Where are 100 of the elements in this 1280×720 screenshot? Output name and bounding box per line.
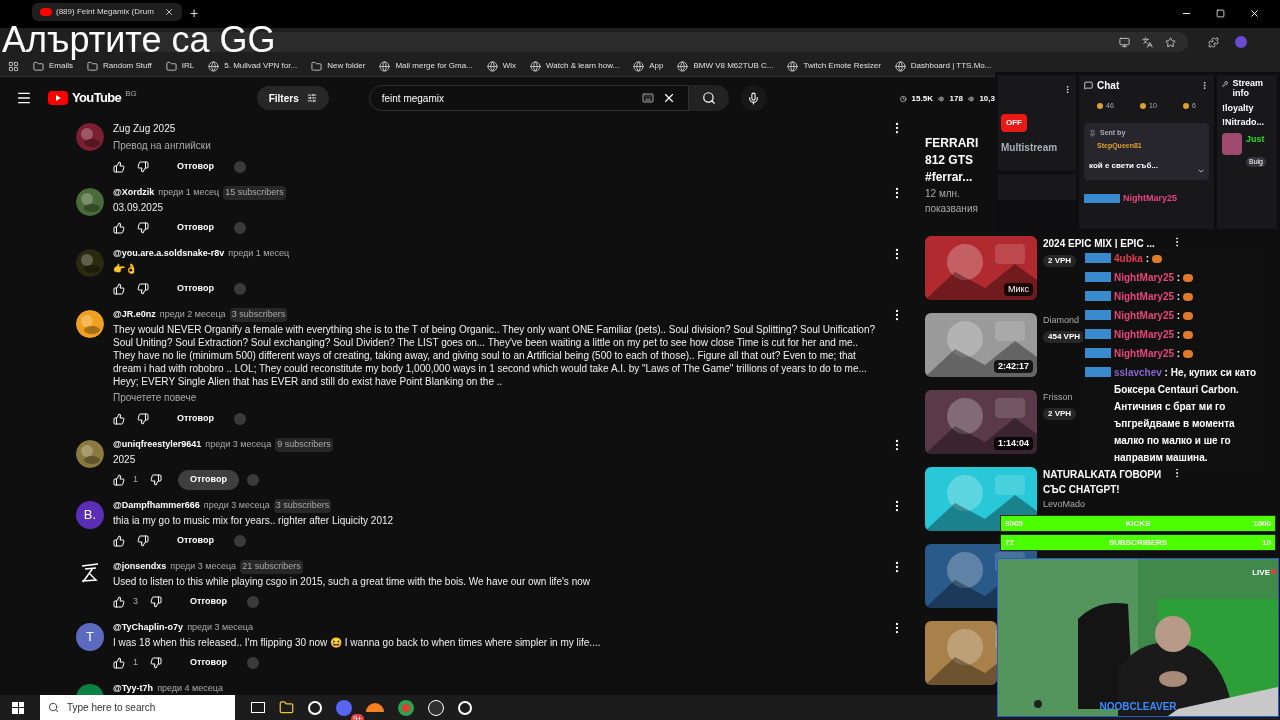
translate-link[interactable]: Превод на английски: [113, 138, 880, 153]
cat-emote-icon: [1183, 293, 1194, 301]
folder-icon: [33, 60, 44, 72]
comment-author[interactable]: @Tyy-t7h: [113, 682, 154, 695]
filters-button[interactable]: Filters: [256, 86, 329, 110]
bookmark-link[interactable]: 5. Mullvad VPN for...: [224, 60, 298, 72]
like-icon[interactable]: [113, 222, 125, 234]
bookmark-star-icon[interactable]: [1165, 36, 1176, 48]
comment-author[interactable]: @you.are.a.soldsnake-r8v: [113, 247, 225, 261]
video-title[interactable]: FERRARI 812 GTS #ferrar...: [925, 135, 995, 186]
youtube-wordmark[interactable]: YouTube: [72, 88, 122, 108]
comment-author[interactable]: @jonsendxs: [113, 560, 167, 574]
dislike-icon[interactable]: [137, 283, 149, 295]
comment-author[interactable]: @Xordzik: [113, 186, 155, 200]
bookmark-link[interactable]: Watch & learn how...: [546, 60, 620, 72]
bookmark-link[interactable]: Twitch Emote Resizer: [803, 60, 881, 72]
stream-info-line: !loyalty: [1222, 102, 1255, 115]
channel-name: LevoMado: [1043, 498, 1086, 511]
filter-icon: [306, 93, 317, 103]
comment-author[interactable]: @Dampfhammer666: [113, 499, 200, 513]
like-icon[interactable]: [113, 657, 125, 669]
translate-icon[interactable]: [1142, 36, 1153, 48]
new-tab-button[interactable]: +: [190, 3, 199, 23]
youtube-favicon-icon: [40, 8, 52, 16]
bookmark-link[interactable]: IRL: [181, 60, 195, 72]
expand-icon[interactable]: [1197, 167, 1205, 175]
chat-badges-icon: [1085, 329, 1111, 339]
channel-name: Frisson: [1043, 391, 1073, 404]
keyboard-icon[interactable]: [641, 92, 654, 104]
stat-value: 178: [949, 93, 963, 105]
comment-author[interactable]: @TyChaplin-o7y: [113, 621, 184, 635]
creator-avatar-icon: [246, 474, 259, 486]
reply-button[interactable]: Отговор: [165, 218, 226, 238]
bookmark-link[interactable]: Random Stuff: [103, 60, 152, 72]
chat-message: NightMary25 :: [1114, 309, 1181, 323]
cat-emote-icon: [1152, 255, 1163, 263]
reply-button[interactable]: Отговор: [178, 592, 239, 612]
read-more-link[interactable]: Прочетете повече: [113, 390, 880, 405]
reply-button[interactable]: Отговор: [165, 409, 226, 429]
bookmark-link[interactable]: New folder: [327, 60, 366, 72]
like-icon[interactable]: [113, 535, 125, 547]
bookmark-link[interactable]: Emails: [49, 60, 73, 72]
youtube-logo-icon[interactable]: [48, 91, 68, 105]
subscriber-count: 9 subscribers: [275, 438, 333, 452]
profile-icon[interactable]: [1235, 36, 1247, 48]
menu-icon[interactable]: [16, 90, 32, 106]
like-icon[interactable]: [113, 596, 125, 608]
goal-current: 3005: [1005, 517, 1023, 530]
subscriber-count: 21 subscribers: [240, 560, 303, 574]
bookmark-link[interactable]: Dashboard | TTS.Mo...: [910, 60, 992, 72]
dislike-icon[interactable]: [137, 535, 149, 547]
close-icon[interactable]: [164, 7, 174, 17]
file-explorer-icon[interactable]: [279, 700, 294, 715]
like-icon[interactable]: [113, 283, 125, 295]
dislike-icon[interactable]: [137, 413, 149, 425]
creator-avatar-icon: [246, 657, 259, 669]
dislike-icon[interactable]: [137, 222, 149, 234]
more-icon[interactable]: [1063, 85, 1072, 94]
windows-icon[interactable]: [12, 701, 24, 714]
reply-button[interactable]: Отговор: [178, 470, 239, 490]
comment-author[interactable]: @uniqfreestyler9641: [113, 438, 202, 452]
multistream-label: Multistream: [1001, 141, 1059, 155]
dislike-icon[interactable]: [137, 161, 149, 173]
chrome-icon[interactable]: [398, 699, 414, 716]
apps-icon[interactable]: [8, 60, 19, 72]
cat-emote-icon: [1183, 350, 1194, 358]
reply-button[interactable]: Отговор: [165, 157, 226, 177]
task-view-icon[interactable]: [251, 702, 265, 713]
bookmark-link[interactable]: BMW V8 M62TUB C...: [693, 60, 774, 72]
dislike-icon[interactable]: [150, 596, 162, 608]
bookmark-link[interactable]: Wix: [502, 60, 517, 72]
reply-button[interactable]: Отговор: [165, 279, 226, 299]
maximize-icon[interactable]: [1216, 8, 1225, 18]
search-button[interactable]: [688, 85, 729, 111]
more-icon[interactable]: [1200, 80, 1209, 90]
taskbar-search-field[interactable]: Type here to search: [40, 695, 235, 720]
reply-button[interactable]: Отговор: [165, 531, 226, 551]
browser-tab[interactable]: (889) Feint Megamix (Drum: [32, 3, 182, 21]
cat-emote-icon: [1183, 312, 1194, 320]
bookmark-link[interactable]: App: [649, 60, 664, 72]
like-icon[interactable]: [113, 161, 125, 173]
reply-button[interactable]: Отговор: [178, 653, 239, 673]
voice-search-button[interactable]: [740, 85, 767, 111]
off-badge[interactable]: OFF: [1001, 114, 1027, 132]
close-icon[interactable]: [1249, 7, 1260, 19]
dislike-icon[interactable]: [150, 657, 162, 669]
stat-value: 15.5K: [911, 93, 933, 105]
extensions-icon[interactable]: [1208, 36, 1219, 48]
video-title[interactable]: NATURALKATA ГОВОРИ СЪС CHATGPT!: [1043, 467, 1183, 497]
dislike-icon[interactable]: [150, 474, 162, 486]
cast-icon[interactable]: [1119, 36, 1130, 48]
like-icon[interactable]: [113, 474, 125, 486]
subscriber-count: 3 subscribers: [229, 308, 288, 322]
site-icon: [894, 60, 906, 72]
bookmark-link[interactable]: Mail merge for Gma...: [395, 60, 473, 72]
comment-author[interactable]: @JR.e0nz: [113, 308, 156, 322]
like-icon[interactable]: [113, 413, 125, 425]
video-meta: 12 млн.: [925, 187, 961, 201]
comment-text: Zug Zug 2025: [113, 122, 177, 135]
chat-message: NightMary25 :: [1114, 290, 1181, 304]
